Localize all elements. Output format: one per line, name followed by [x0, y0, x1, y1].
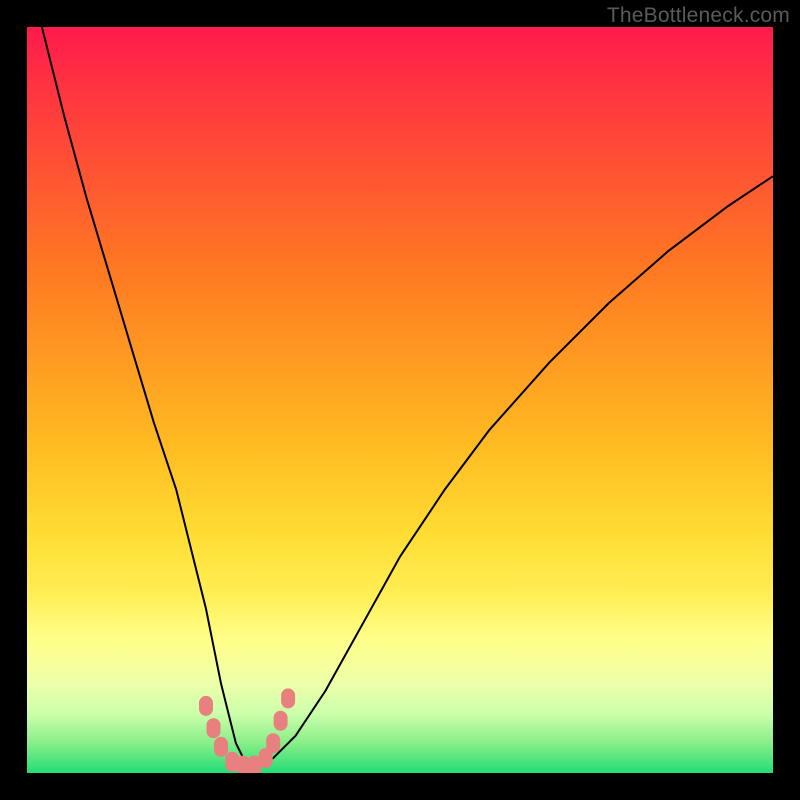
chart-frame: TheBottleneck.com	[0, 0, 800, 800]
plot-area	[27, 27, 773, 773]
curve-marker	[281, 688, 295, 708]
watermark-text: TheBottleneck.com	[607, 4, 790, 28]
curve-marker	[207, 718, 221, 738]
curve-marker	[274, 711, 288, 731]
bottleneck-curve	[42, 27, 773, 766]
curve-marker	[199, 696, 213, 716]
curve-marker	[214, 737, 228, 757]
curve-layer	[27, 27, 773, 773]
marker-group	[199, 688, 295, 773]
curve-marker	[266, 733, 280, 753]
